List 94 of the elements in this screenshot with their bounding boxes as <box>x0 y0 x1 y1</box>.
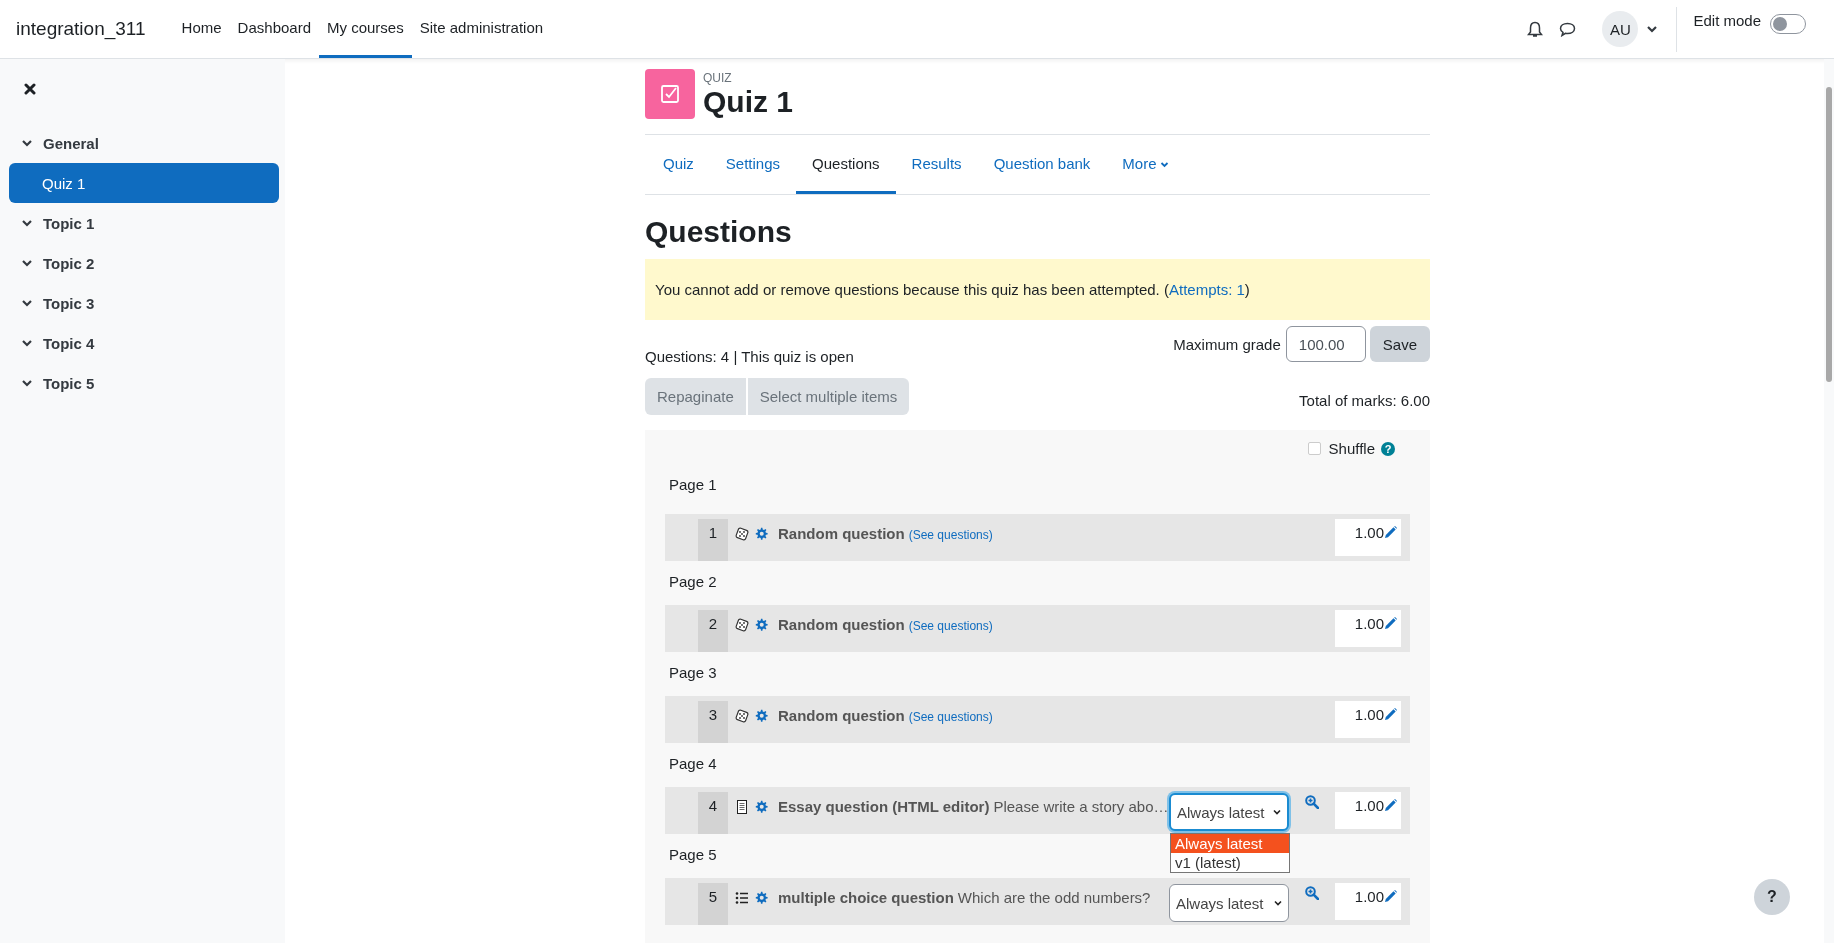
scrollbar[interactable] <box>1824 59 1834 943</box>
close-icon[interactable] <box>24 83 36 95</box>
mark-value: 1.00 <box>1354 797 1384 814</box>
quiz-status-text: Questions: 4 | This quiz is open <box>645 348 854 365</box>
tab[interactable]: More <box>1106 135 1185 194</box>
chevron-down-icon[interactable] <box>21 297 33 309</box>
module-type-label: QUIZ <box>703 71 733 85</box>
save-button[interactable]: Save <box>1369 326 1430 362</box>
user-avatar[interactable]: AU <box>1602 11 1639 47</box>
section-title[interactable]: Topic 5 <box>43 374 95 392</box>
settings-icon[interactable] <box>754 617 769 632</box>
zoom-in-icon[interactable] <box>1305 886 1319 900</box>
total-marks-text: Total of marks: 6.00 <box>1299 392 1430 409</box>
version-select[interactable]: Always latest <box>1169 884 1289 922</box>
question-name[interactable]: Random question <box>778 525 905 542</box>
question-number: 2 <box>698 610 728 652</box>
settings-icon[interactable] <box>754 890 769 905</box>
chevron-down-icon[interactable] <box>21 337 33 349</box>
edit-mode-toggle[interactable] <box>1770 14 1806 34</box>
site-name[interactable]: integration_311 <box>16 18 146 40</box>
see-questions-link[interactable]: (See questions) <box>908 528 993 542</box>
settings-icon[interactable] <box>754 799 769 814</box>
question-name[interactable]: Essay question (HTML editor) <box>778 798 990 815</box>
question-text: Please write a story abo… <box>993 798 1169 815</box>
chevron-down-icon <box>1272 807 1282 817</box>
mark-value: 1.00 <box>1354 615 1384 632</box>
help-icon[interactable]: ? <box>1381 441 1395 456</box>
nav-link[interactable]: My courses <box>319 0 412 58</box>
chat-bubble-icon[interactable] <box>1559 21 1577 37</box>
tab[interactable]: Results <box>895 135 978 194</box>
section-title[interactable]: Topic 2 <box>43 254 95 272</box>
question-number: 3 <box>698 701 728 743</box>
section-title[interactable]: General <box>43 134 99 152</box>
page-label: Page 4 <box>668 754 718 774</box>
dice-icon <box>735 708 749 723</box>
question-name[interactable]: multiple choice question <box>778 889 954 906</box>
list-icon <box>735 890 749 905</box>
chevron-down-icon[interactable] <box>21 377 33 389</box>
settings-icon[interactable] <box>754 526 769 541</box>
question-name[interactable]: Random question <box>778 616 905 633</box>
section-title[interactable]: Topic 1 <box>43 214 95 232</box>
chevron-down-icon[interactable] <box>21 137 33 149</box>
section-title[interactable]: Topic 3 <box>43 294 95 312</box>
dropdown-option[interactable]: v1 (latest) <box>1171 853 1289 872</box>
sidebar-item[interactable]: Quiz 1 <box>9 163 279 203</box>
dice-icon <box>735 526 749 541</box>
tab[interactable]: Questions <box>796 135 896 194</box>
mark-value: 1.00 <box>1354 706 1384 723</box>
alert-message: You cannot add or remove questions because this quiz has been attempted. (Attempts: 1) <box>655 281 1250 298</box>
help-button[interactable]: ? <box>1754 879 1790 915</box>
chevron-down-icon[interactable] <box>21 217 33 229</box>
shuffle-checkbox[interactable] <box>1307 442 1321 455</box>
attempts-link[interactable]: Attempts: 1 <box>1168 281 1245 298</box>
page-label: Page 5 <box>668 845 718 865</box>
chevron-down-icon <box>1273 898 1283 908</box>
zoom-in-icon[interactable] <box>1305 795 1319 809</box>
question-number: 5 <box>698 883 728 925</box>
section-title[interactable]: Topic 4 <box>43 334 95 352</box>
page-label: Page 1 <box>668 475 718 495</box>
page-label: Page 3 <box>668 663 718 683</box>
mark-value: 1.00 <box>1354 888 1384 905</box>
section-heading: Questions <box>645 214 793 250</box>
mark-value: 1.00 <box>1354 524 1384 541</box>
quiz-checkbox-icon <box>645 69 695 119</box>
tab[interactable]: Quiz <box>647 135 710 194</box>
question-name[interactable]: Random question <box>778 707 905 724</box>
chevron-down-icon[interactable] <box>1646 23 1659 35</box>
chevron-down-icon[interactable] <box>21 257 33 269</box>
dice-icon <box>735 617 749 632</box>
pencil-icon[interactable] <box>1384 799 1397 812</box>
see-questions-link[interactable]: (See questions) <box>908 619 993 633</box>
maximum-grade-label: Maximum grade <box>1173 336 1281 353</box>
nav-link[interactable]: Site administration <box>411 0 552 58</box>
page-label: Page 2 <box>668 572 718 592</box>
settings-icon[interactable] <box>754 708 769 723</box>
version-select[interactable]: Always latest <box>1169 793 1289 831</box>
edit-mode-label: Edit mode <box>1693 12 1761 29</box>
bell-icon[interactable] <box>1527 20 1544 38</box>
pencil-icon[interactable] <box>1384 890 1397 903</box>
question-number: 1 <box>698 519 728 561</box>
tab[interactable]: Settings <box>709 135 797 194</box>
see-questions-link[interactable]: (See questions) <box>908 710 993 724</box>
pencil-icon[interactable] <box>1384 526 1397 539</box>
maximum-grade-field[interactable]: 100.00 <box>1285 326 1366 362</box>
shuffle-label: Shuffle <box>1328 440 1375 457</box>
page-title: Quiz 1 <box>703 85 793 118</box>
pencil-icon[interactable] <box>1384 617 1397 630</box>
nav-link[interactable]: Home <box>173 0 230 58</box>
question-number: 4 <box>698 792 728 834</box>
tab[interactable]: Question bank <box>977 135 1107 194</box>
pencil-icon[interactable] <box>1384 708 1397 721</box>
document-icon <box>735 799 749 814</box>
question-text: Which are the odd numbers? <box>957 889 1151 906</box>
nav-link[interactable]: Dashboard <box>229 0 319 58</box>
